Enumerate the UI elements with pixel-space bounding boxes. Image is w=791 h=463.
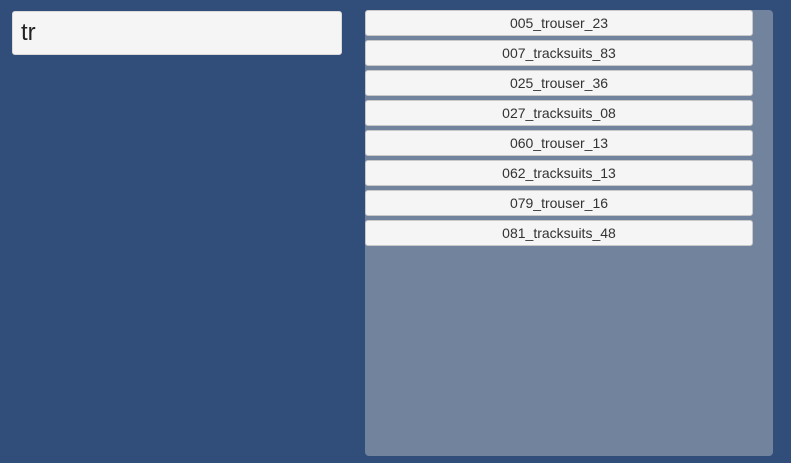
result-item[interactable]: 025_trouser_36 [365, 70, 753, 96]
results-panel[interactable]: 005_trouser_23 007_tracksuits_83 025_tro… [365, 10, 773, 456]
result-item[interactable]: 005_trouser_23 [365, 10, 753, 36]
result-item[interactable]: 079_trouser_16 [365, 190, 753, 216]
result-item[interactable]: 060_trouser_13 [365, 130, 753, 156]
result-item[interactable]: 007_tracksuits_83 [365, 40, 753, 66]
result-item[interactable]: 027_tracksuits_08 [365, 100, 753, 126]
result-item[interactable]: 062_tracksuits_13 [365, 160, 753, 186]
search-input[interactable] [12, 11, 342, 55]
result-item[interactable]: 081_tracksuits_48 [365, 220, 753, 246]
